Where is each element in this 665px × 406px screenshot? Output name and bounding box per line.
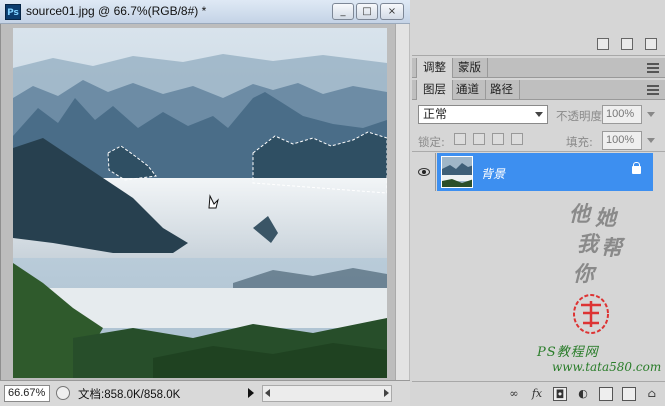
watermark-char: 她 — [595, 205, 616, 230]
layers-tabs: 图层 通道 路径 — [412, 80, 665, 100]
layer-thumbnail — [441, 156, 473, 188]
close-button[interactable]: × — [380, 3, 404, 20]
status-menu-arrow-icon[interactable] — [248, 388, 254, 398]
top-panel-strip — [412, 0, 665, 56]
document-window: Ps source01.jpg @ 66.7%(RGB/8#) * _ □ × — [0, 0, 410, 406]
layers-footer: ∞ fx ◘ ◐ ⌂ — [412, 381, 665, 406]
status-bar: 66.67% 文档:858.0K/858.0K — [0, 380, 410, 406]
window-controls: _ □ × — [332, 3, 404, 20]
tab-channels[interactable]: 通道 — [450, 80, 486, 100]
watermark-char: 你 — [573, 261, 594, 286]
tab-masks[interactable]: 蒙版 — [452, 58, 488, 78]
folder-icon[interactable] — [599, 387, 613, 401]
photoshop-app-icon: Ps — [5, 4, 21, 20]
status-info-icon[interactable] — [56, 386, 70, 400]
top-strip-icons — [597, 38, 657, 50]
layers-list: 背景 他 她 我 帮 你 PS教程网 www.tata580.com — [412, 153, 665, 381]
fill-dropdown-icon[interactable] — [647, 138, 655, 143]
footer-icons: ∞ fx ◘ ◐ ⌂ — [507, 387, 659, 401]
lock-transparency-icon[interactable] — [454, 133, 466, 145]
zoom-input[interactable]: 66.67% — [4, 385, 50, 402]
right-panels: 调整 蒙版 图层 通道 路径 正常 不透明度: 100% 锁定: 填充: 100… — [412, 0, 665, 406]
minimize-button[interactable]: _ — [332, 3, 354, 20]
tab-adjustments[interactable]: 调整 — [416, 58, 453, 78]
scroll-right-icon[interactable] — [384, 389, 389, 397]
red-seal-stamp — [573, 294, 609, 334]
fill-label: 填充: — [566, 135, 593, 149]
blend-mode-value: 正常 — [423, 107, 448, 121]
trash-icon[interactable] — [645, 38, 657, 50]
layer-row[interactable]: 背景 — [412, 153, 665, 191]
trash-icon[interactable]: ⌂ — [645, 387, 659, 401]
blend-mode-select[interactable]: 正常 — [418, 105, 548, 124]
canvas-area[interactable] — [0, 24, 410, 380]
landscape-image — [13, 28, 387, 378]
layers-menu-icon[interactable] — [647, 85, 659, 95]
lock-icon — [632, 162, 641, 174]
document-titlebar[interactable]: Ps source01.jpg @ 66.7%(RGB/8#) * _ □ × — [0, 0, 410, 24]
watermark-char: 帮 — [601, 235, 622, 260]
watermark-char: 他 — [569, 201, 590, 226]
lock-all-icon[interactable] — [511, 133, 523, 145]
watermark-caption: PS教程网 — [537, 345, 599, 360]
lock-icons — [454, 133, 523, 145]
no-icon[interactable] — [597, 38, 609, 50]
visibility-toggle[interactable] — [412, 153, 436, 191]
tab-paths[interactable]: 路径 — [484, 80, 520, 100]
lock-brush-icon[interactable] — [473, 133, 485, 145]
vertical-scrollbar[interactable] — [395, 24, 409, 380]
opacity-label: 不透明度: — [556, 109, 606, 123]
fx-icon[interactable]: fx — [530, 387, 544, 401]
tab-layers[interactable]: 图层 — [416, 80, 453, 100]
horizontal-scrollbar[interactable] — [262, 385, 392, 402]
blend-row: 正常 不透明度: 100% — [412, 101, 665, 127]
photoshop-window: Ps source01.jpg @ 66.7%(RGB/8#) * _ □ × — [0, 0, 665, 406]
opacity-dropdown-icon[interactable] — [647, 112, 655, 117]
fill-input[interactable]: 100% — [602, 131, 642, 150]
doc-size-info: 文档:858.0K/858.0K — [78, 389, 181, 401]
watermark-url: www.tata580.com — [552, 360, 662, 374]
panel-menu-icon[interactable] — [647, 63, 659, 73]
lock-row: 锁定: 填充: 100% — [412, 128, 665, 152]
new-layer-icon[interactable] — [622, 387, 636, 401]
watermark-char: 我 — [577, 231, 598, 256]
link-icon[interactable]: ∞ — [507, 387, 521, 401]
chevron-down-icon — [535, 112, 543, 117]
eye-icon — [418, 168, 430, 176]
layer-name: 背景 — [481, 167, 506, 181]
lock-move-icon[interactable] — [492, 133, 504, 145]
adjustment-icon[interactable]: ◐ — [576, 387, 590, 401]
mask-icon[interactable]: ◘ — [553, 387, 567, 401]
scroll-left-icon[interactable] — [265, 389, 270, 397]
adjust-tabs: 调整 蒙版 — [412, 58, 665, 78]
new-icon[interactable] — [621, 38, 633, 50]
document-title: source01.jpg @ 66.7%(RGB/8#) * — [26, 4, 207, 18]
maximize-button[interactable]: □ — [356, 3, 378, 20]
layer-item-background[interactable]: 背景 — [437, 153, 653, 191]
image-canvas[interactable] — [13, 28, 387, 378]
opacity-input[interactable]: 100% — [602, 105, 642, 124]
lock-label: 锁定: — [418, 135, 445, 149]
